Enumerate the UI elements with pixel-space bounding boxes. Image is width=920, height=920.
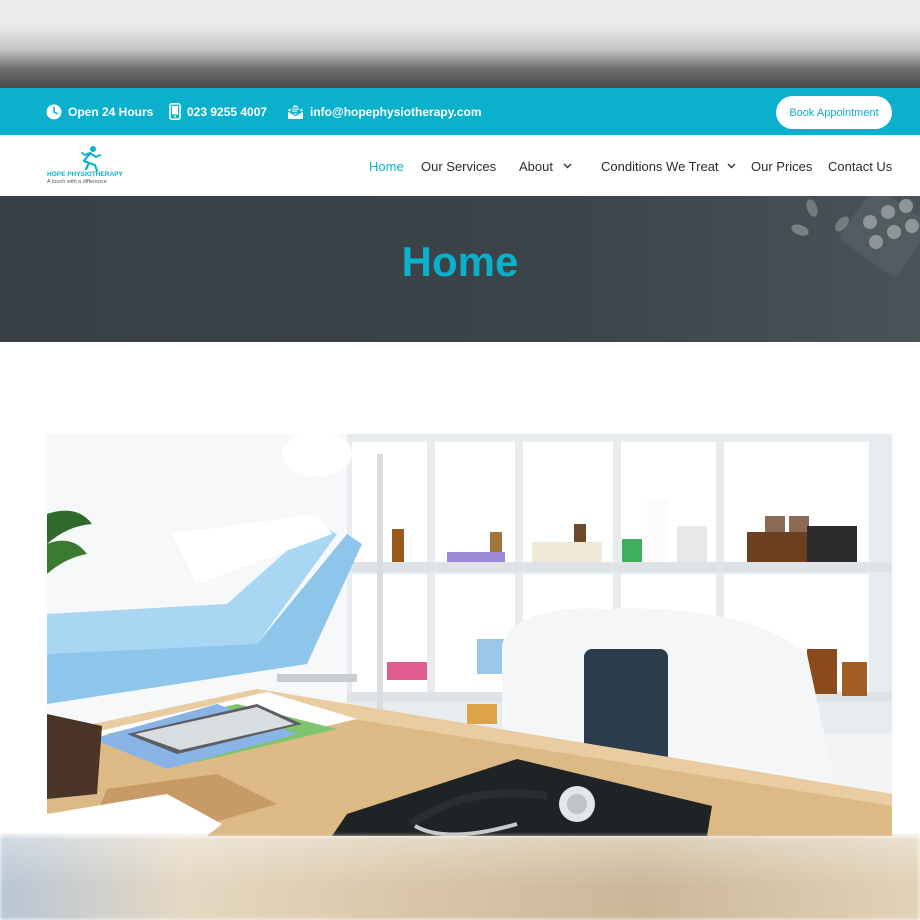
phone-info[interactable]: 023 9255 4007 — [169, 88, 267, 135]
nav-our-prices[interactable]: Our Prices — [751, 156, 812, 176]
hours-info: Open 24 Hours — [46, 88, 153, 135]
email-text[interactable]: info@hopephysiotherapy.com — [310, 105, 482, 119]
nav-our-prices-label: Our Prices — [751, 158, 813, 174]
nav-home-label: Home — [369, 158, 404, 174]
bottom-overlay — [0, 836, 920, 920]
logo-tagline: A touch with a difference — [47, 179, 107, 185]
nav-our-services[interactable]: Our Services — [421, 156, 496, 176]
chevron-down-icon — [563, 163, 572, 169]
email-info[interactable]: info@hopephysiotherapy.com — [287, 88, 482, 135]
mail-icon — [287, 104, 304, 119]
nav-conditions-label: Conditions We Treat — [601, 158, 719, 174]
nav-our-services-label: Our Services — [421, 158, 497, 174]
chevron-down-icon — [727, 163, 736, 169]
nav-conditions-we-treat[interactable]: Conditions We Treat — [601, 156, 736, 176]
nav-contact-us[interactable]: Contact Us — [828, 156, 892, 176]
book-appointment-button[interactable]: Book Appointment — [776, 96, 892, 129]
logo-name: HOPE PHYSIOTHERAPY — [47, 171, 123, 178]
nav-contact-us-label: Contact Us — [828, 158, 893, 174]
page-title: Home — [401, 238, 519, 285]
clinic-office-photo — [47, 434, 892, 836]
nav-about[interactable]: About — [519, 156, 572, 176]
hours-text: Open 24 Hours — [68, 104, 154, 119]
nav-home[interactable]: Home — [369, 156, 404, 176]
nav-about-label: About — [519, 158, 553, 174]
blurred-top-backdrop — [0, 0, 920, 88]
phone-icon — [169, 103, 181, 120]
phone-text[interactable]: 023 9255 4007 — [187, 105, 267, 119]
clock-icon — [46, 104, 62, 119]
